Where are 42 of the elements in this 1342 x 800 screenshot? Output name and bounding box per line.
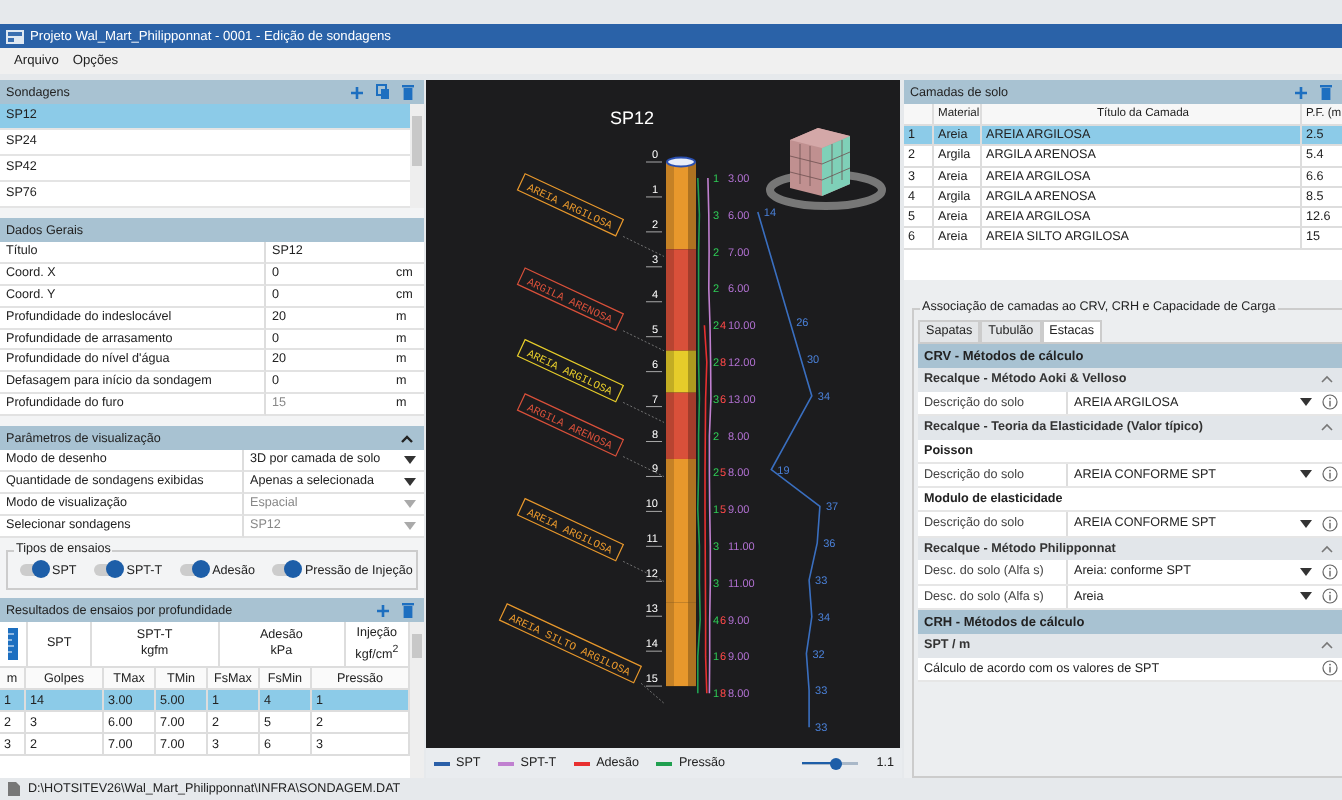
toggle-switch[interactable] [94, 564, 123, 577]
view-cube[interactable] [766, 128, 886, 210]
borehole-title: SP12 [610, 108, 655, 128]
dropdown-arrow-icon [1300, 519, 1312, 528]
scrollbar[interactable] [410, 104, 424, 208]
toggle-switch[interactable] [20, 564, 48, 577]
toggle-switch[interactable] [272, 564, 301, 577]
soil-layer-segment [666, 162, 696, 250]
dropdown-arrow-icon [1300, 398, 1312, 407]
scrollbar[interactable] [410, 622, 424, 778]
info-icon[interactable] [1322, 515, 1338, 532]
dropdown-arrow-icon [1300, 567, 1312, 576]
info-icon[interactable] [1322, 563, 1338, 580]
leader-line [640, 682, 665, 704]
column-cap [666, 156, 696, 168]
leader-line [622, 561, 665, 582]
chevron-icon[interactable] [400, 433, 414, 444]
leader-line [622, 456, 665, 477]
dropdown-arrow-icon [404, 456, 416, 465]
leader-line [622, 402, 665, 423]
copy-icon[interactable] [376, 84, 390, 100]
app-icon [6, 29, 24, 43]
add-icon[interactable] [376, 603, 390, 618]
trash-icon[interactable] [402, 84, 414, 100]
dropdown-arrow-icon [404, 522, 416, 531]
dropdown-arrow-icon [1300, 592, 1312, 601]
trash-icon[interactable] [1320, 84, 1332, 100]
info-icon[interactable] [1322, 394, 1338, 411]
info-icon[interactable] [1322, 660, 1338, 677]
add-icon[interactable] [1294, 85, 1308, 99]
leader-line [622, 330, 665, 352]
dropdown-arrow-icon [404, 478, 416, 487]
dropdown-arrow-icon [1300, 470, 1312, 479]
leader-line [622, 236, 665, 257]
file-icon [8, 782, 20, 796]
add-icon[interactable] [350, 85, 364, 99]
info-icon[interactable] [1322, 588, 1338, 605]
info-icon[interactable] [1322, 466, 1338, 483]
dropdown-arrow-icon [404, 500, 416, 509]
toggle-switch[interactable] [180, 564, 209, 577]
trash-icon[interactable] [402, 602, 414, 619]
ruler-icon [8, 628, 18, 661]
